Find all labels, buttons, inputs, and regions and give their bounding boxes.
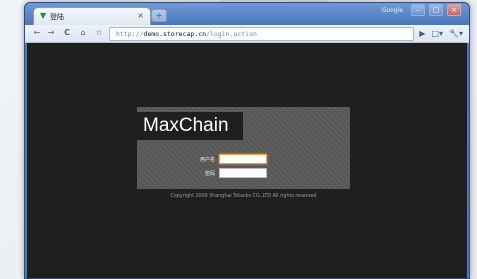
url-scheme: http:// [116, 30, 144, 38]
close-window-button[interactable]: × [447, 4, 461, 16]
toolbar-right-tools: ▶ □▾ 🔧▾ [419, 28, 463, 40]
page-viewport: MaxChain 用户名 密码 Copyright 2009 Shanghai … [27, 43, 467, 278]
url-host: demo.storecap.cn [143, 30, 207, 38]
reload-icon[interactable]: C [61, 27, 73, 39]
password-label: 密码 [204, 170, 215, 177]
tab-close-icon[interactable]: × [137, 11, 144, 20]
new-tab-button[interactable]: + [151, 9, 167, 22]
copyright-text: Copyright 2009 Shanghai Totacks CO.,LTD … [170, 194, 317, 199]
username-row: 用户名 [197, 154, 267, 164]
minimize-button[interactable]: – [411, 4, 425, 16]
play-icon[interactable]: ▶ [419, 28, 425, 40]
brand-logo: MaxChain [137, 112, 243, 140]
address-bar[interactable]: http://demo.storecap.cn/login.action [109, 27, 414, 41]
username-label: 用户名 [199, 156, 215, 163]
browser-tab[interactable]: ▼ 登陆 × [33, 7, 151, 25]
home-icon[interactable]: ⌂ [77, 27, 89, 39]
back-arrow-icon[interactable]: ← [31, 27, 43, 39]
login-panel: MaxChain 用户名 密码 [137, 107, 350, 189]
browser-window: ▼ 登陆 × + Google – □ × ← → C ⌂ ☆ http://d… [24, 2, 470, 279]
wrench-menu-icon[interactable]: 🔧▾ [449, 28, 463, 40]
bookmark-star-icon[interactable]: ☆ [93, 27, 105, 39]
password-row: 密码 [197, 168, 267, 178]
forward-arrow-icon[interactable]: → [45, 27, 57, 39]
password-input[interactable] [219, 168, 267, 178]
maximize-button[interactable]: □ [429, 4, 443, 16]
browser-toolbar: ← → C ⌂ ☆ http://demo.storecap.cn/login.… [25, 25, 469, 43]
favicon-icon: ▼ [40, 11, 47, 20]
window-controls: Google – □ × [382, 3, 461, 17]
url-path: /login.action [206, 30, 257, 38]
username-input[interactable] [219, 154, 267, 164]
page-menu-icon[interactable]: □▾ [431, 28, 443, 40]
tab-title: 登陆 [50, 13, 64, 21]
browser-titlebar: ▼ 登陆 × + Google – □ × [25, 3, 469, 25]
google-label: Google [381, 6, 403, 14]
